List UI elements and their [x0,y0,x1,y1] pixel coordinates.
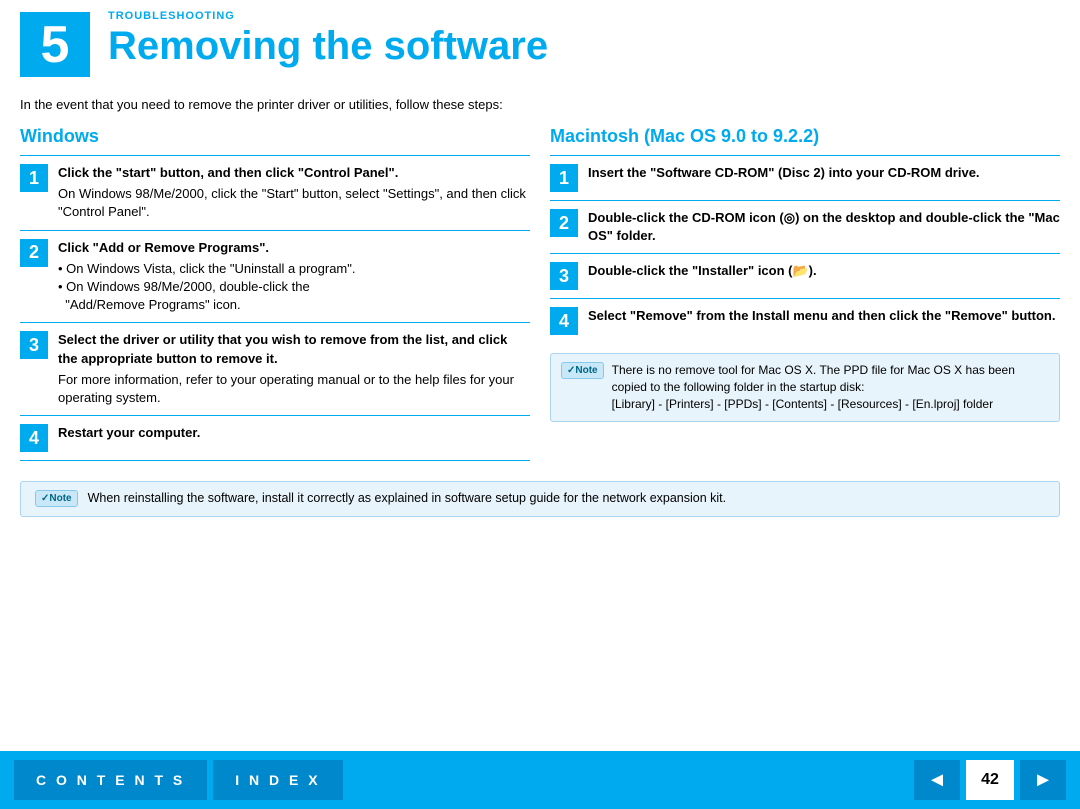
intro-text: In the event that you need to remove the… [20,97,1060,112]
windows-step-2-bold: Click "Add or Remove Programs". [58,240,269,255]
mac-step-2-content: Double-click the CD-ROM icon (◎) on the … [588,209,1060,245]
windows-step-4-bold: Restart your computer. [58,425,200,440]
main-content: In the event that you need to remove the… [0,85,1080,469]
windows-step-3-content: Select the driver or utility that you wi… [58,331,530,407]
macintosh-section-title: Macintosh (Mac OS 9.0 to 9.2.2) [550,126,1060,147]
mac-step-3-number: 3 [550,262,578,290]
troubleshooting-label: TROUBLESHOOTING [108,10,548,22]
index-button[interactable]: I N D E X [213,760,342,800]
mac-step-4-content: Select "Remove" from the Install menu an… [588,307,1060,325]
contents-button[interactable]: C O N T E N T S [14,760,207,800]
bottom-note: ✓Note When reinstalling the software, in… [20,481,1060,517]
mac-step-2: 2 Double-click the CD-ROM icon (◎) on th… [550,200,1060,253]
footer: C O N T E N T S I N D E X ◄ 42 ► [0,751,1080,809]
page-header: 5 TROUBLESHOOTING Removing the software [0,0,1080,85]
page-title: Removing the software [108,24,548,68]
windows-step-3-number: 3 [20,331,48,359]
page-number: 42 [966,760,1014,800]
windows-step-1-number: 1 [20,164,48,192]
windows-column: Windows 1 Click the "start" button, and … [20,126,530,461]
windows-step-2: 2 Click "Add or Remove Programs". • On W… [20,230,530,323]
mac-step-3-content: Double-click the "Installer" icon (📂). [588,262,1060,280]
mac-step-3-bold: Double-click the "Installer" icon (📂). [588,263,817,278]
windows-step-2-content: Click "Add or Remove Programs". • On Win… [58,239,530,315]
bottom-note-icon: ✓Note [35,490,78,507]
mac-step-1-number: 1 [550,164,578,192]
mac-step-2-bold: Double-click the CD-ROM icon (◎) on the … [588,210,1060,243]
mac-step-1-content: Insert the "Software CD-ROM" (Disc 2) in… [588,164,1060,182]
mac-step-1: 1 Insert the "Software CD-ROM" (Disc 2) … [550,155,1060,200]
windows-step-3: 3 Select the driver or utility that you … [20,322,530,415]
mac-step-4-number: 4 [550,307,578,335]
windows-step-3-bold: Select the driver or utility that you wi… [58,332,507,365]
windows-step-2-normal: • On Windows Vista, click the "Uninstall… [58,260,530,315]
macintosh-column: Macintosh (Mac OS 9.0 to 9.2.2) 1 Insert… [550,126,1060,461]
bottom-note-text: When reinstalling the software, install … [88,490,727,508]
header-text: TROUBLESHOOTING Removing the software [108,10,548,68]
windows-step-1-content: Click the "start" button, and then click… [58,164,530,222]
next-page-button[interactable]: ► [1020,760,1066,800]
windows-step-4-number: 4 [20,424,48,452]
mac-note-box: ✓Note There is no remove tool for Mac OS… [550,353,1060,421]
mac-step-3: 3 Double-click the "Installer" icon (📂). [550,253,1060,298]
windows-step-1-bold: Click the "start" button, and then click… [58,165,398,180]
windows-step-1-normal: On Windows 98/Me/2000, click the "Start"… [58,185,530,221]
mac-step-4-bold: Select "Remove" from the Install menu an… [588,308,1055,323]
two-columns: Windows 1 Click the "start" button, and … [20,126,1060,461]
windows-step-3-normal: For more information, refer to your oper… [58,371,530,407]
chapter-number: 5 [20,12,90,77]
mac-step-2-number: 2 [550,209,578,237]
windows-step-4: 4 Restart your computer. [20,415,530,461]
windows-section-title: Windows [20,126,530,147]
prev-page-button[interactable]: ◄ [914,760,960,800]
windows-step-2-number: 2 [20,239,48,267]
mac-step-4: 4 Select "Remove" from the Install menu … [550,298,1060,343]
windows-step-4-content: Restart your computer. [58,424,530,442]
mac-step-1-bold: Insert the "Software CD-ROM" (Disc 2) in… [588,165,980,180]
mac-note-icon: ✓Note [561,362,604,379]
windows-step-1: 1 Click the "start" button, and then cli… [20,155,530,230]
mac-note-text: There is no remove tool for Mac OS X. Th… [612,362,1049,412]
